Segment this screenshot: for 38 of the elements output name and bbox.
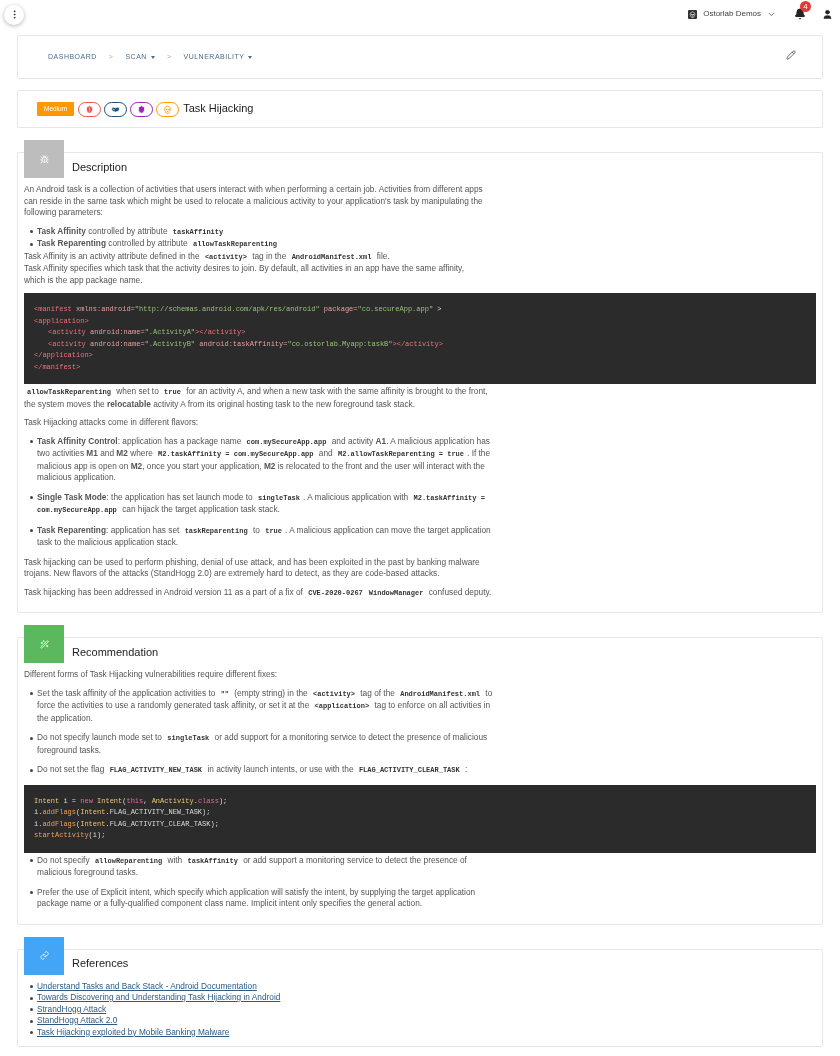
user-icon[interactable] (822, 8, 833, 20)
bullet-icon (30, 1008, 33, 1011)
logo-icon (688, 9, 698, 19)
section-title: References (72, 958, 129, 970)
bullet-icon (30, 529, 33, 532)
caret-icon (248, 55, 253, 59)
section-title: Recommendation (72, 646, 159, 658)
edit-button[interactable] (786, 50, 796, 60)
notification-bell-icon[interactable] (794, 8, 806, 20)
reference-link[interactable]: StandHogg Attack 2.0 (37, 1015, 118, 1027)
bullet-icon (30, 242, 33, 246)
bullet-icon (30, 985, 33, 988)
reference-link[interactable]: StrandHogg Attack (37, 1003, 107, 1015)
paragraph: Different forms of Task Hijacking vulnerabilities require different fixes: (24, 669, 279, 681)
notification-badge: 4 (800, 1, 811, 12)
bullet-icon (30, 736, 33, 740)
list-item: Prefer the use of Explicit intent, which specify which application will satisfy the intent, by supplying the target application package name or a fully-qualified component class name. Implicit intent only specifies the general action. (37, 886, 477, 910)
vulnerability-title: Task Hijacking (183, 103, 254, 115)
bullet-icon (30, 859, 33, 862)
workspace-selector[interactable]: Ostorlab Demos (688, 8, 776, 20)
bullet-icon (30, 692, 33, 695)
section-title: Description (72, 161, 128, 173)
paragraph: Task hijacking can be used to perform phishing, denial of use attack, and has been exploited in the past by banking malware trojans. New flavors of the attacks (StandHogg 2.0) are extremely hard to detect, as they are code-based attacks. (24, 556, 481, 580)
bullet-icon (30, 440, 33, 443)
reference-link[interactable]: Understand Tasks and Back Stack - Android Documentation (37, 980, 257, 992)
bullet-icon (30, 768, 33, 772)
bullet-icon (30, 1031, 33, 1034)
reference-link[interactable]: Task Hijacking exploited by Mobile Banking Malware (37, 1026, 230, 1038)
paragraph: Task Affinity specifies which task that the activity desires to join. By default, all activities in an app have the same affinity, which is the app package name. (24, 263, 465, 286)
caret-icon (150, 55, 155, 59)
bullet-icon (30, 230, 33, 233)
paragraph: An Android task is a collection of activities that users interact with when performing a certain job. Activities from different apps can reside in the same task which might be used to relocate a malicious activity to your application's task by manipulating the following parameters: (24, 184, 484, 219)
bullet-icon (30, 1019, 33, 1023)
paragraph: Task Hijacking attacks come in different flavors: (24, 417, 200, 429)
bullet-icon (30, 891, 33, 894)
reference-link[interactable]: Towards Discovering and Understanding Task Hijacking in Android (37, 992, 281, 1004)
bullet-icon (30, 996, 33, 1000)
bullet-icon (30, 496, 33, 499)
